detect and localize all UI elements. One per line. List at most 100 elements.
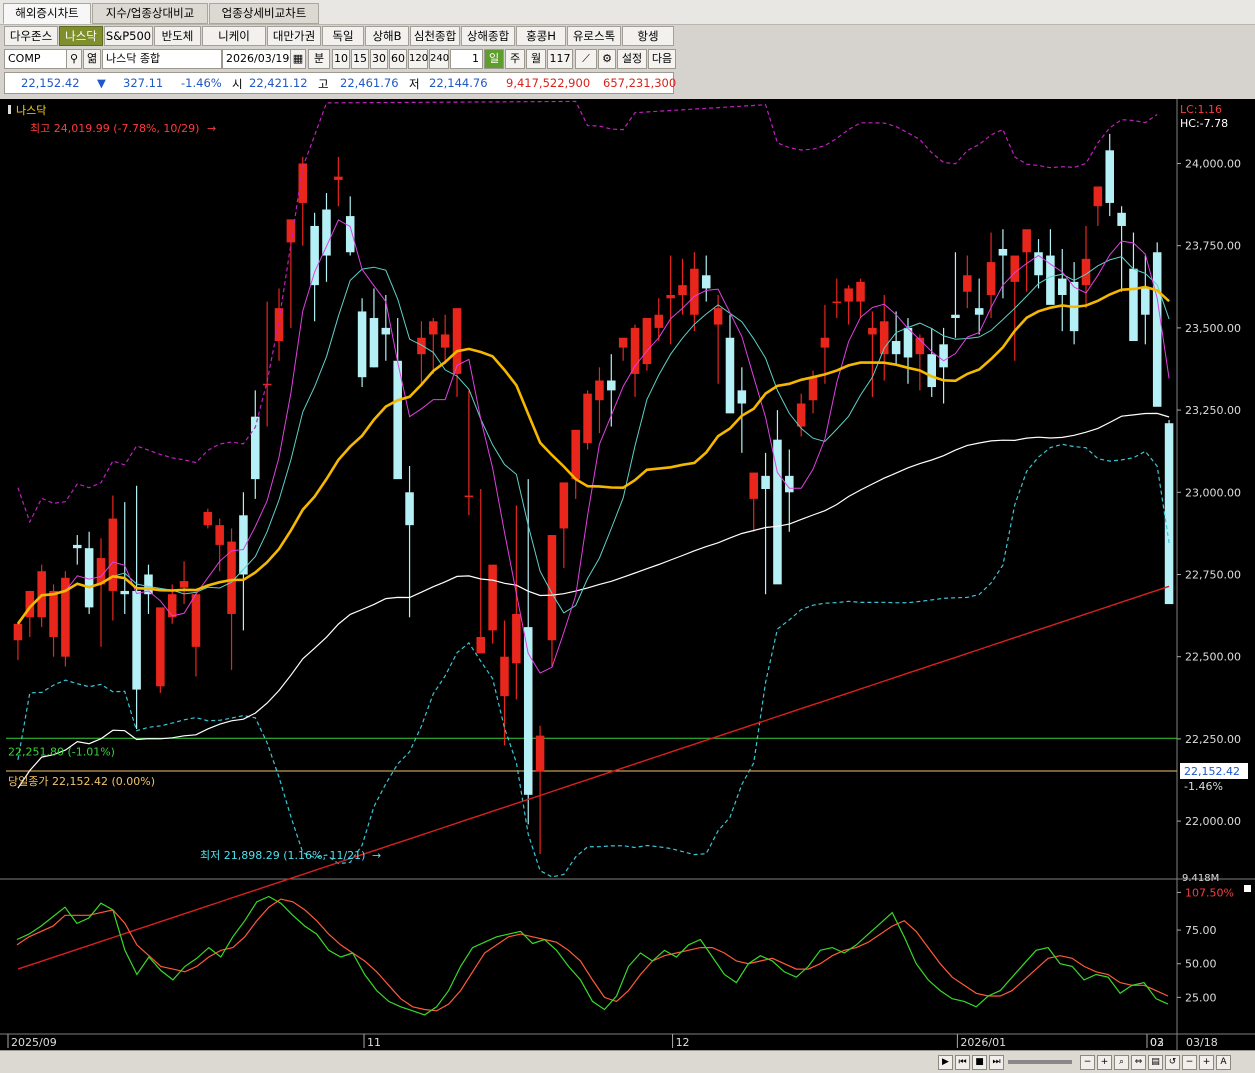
symbol-code-select[interactable]: COMP [4,49,67,69]
candle-body [737,390,747,404]
candle [583,390,592,450]
candle-body [1046,255,1055,305]
market-button-nasdaq[interactable]: 나스닥 [59,26,103,46]
candle-body [844,288,853,302]
candle-body [132,590,141,690]
compare-icon[interactable]: ⇔ [1131,1055,1146,1070]
market-button-nikkei[interactable]: 니케이 [202,26,266,46]
candle-body [1010,255,1020,282]
symbol-name-field[interactable]: 나스닥 종합 [102,49,222,69]
minute-10-button[interactable]: 10 [332,49,350,69]
market-button-shanghai[interactable]: 상해종합 [461,26,515,46]
panel-maximize-icon [1244,885,1251,892]
monthly-button[interactable]: 월 [526,49,546,69]
candle-body [156,607,165,687]
lc-label: LC:1.16 [1180,103,1222,116]
market-button-taiwan[interactable]: 대만가권 [267,26,321,46]
minute-15-button[interactable]: 15 [351,49,369,69]
window-tabbar: 해외증시차트 지수/업종상대비교 업종상세비교차트 [0,0,1255,25]
market-button-germany[interactable]: 독일 [322,26,364,46]
weekly-button[interactable]: 주 [505,49,525,69]
candle-body [583,393,592,443]
plus-icon[interactable]: + [1199,1055,1214,1070]
calendar-icon[interactable]: ▦ [290,49,306,69]
market-button-dow[interactable]: 다우존스 [4,26,58,46]
tab-index-compare[interactable]: 지수/업종상대비교 [92,3,208,24]
candle-body [298,163,308,203]
minute-button[interactable]: 분 [308,49,330,69]
price-tick-label: 23,000.00 [1185,486,1241,499]
candle-body [832,301,842,304]
candle-body [868,327,877,335]
candle-body [1093,186,1103,207]
candle-body [820,337,830,348]
minus-icon[interactable]: − [1182,1055,1197,1070]
high-arrow: → [207,122,216,135]
next-button[interactable]: 다음 [648,49,676,69]
low-arrow: → [372,849,381,862]
scroll-begin-icon[interactable]: ⏮ [955,1055,970,1070]
price-tick-label: 23,250.00 [1185,404,1241,417]
candle-body [1152,252,1162,407]
settings-button[interactable]: 설정 [617,49,647,69]
quote-bar: 22,152.42 ▼ 327.11 -1.46% 시 22,421.12 고 … [4,72,676,94]
candle-body [595,380,604,401]
font-size-icon[interactable]: A [1216,1055,1231,1070]
market-button-shanghai-b[interactable]: 상해B [365,26,409,46]
minute-60-button[interactable]: 60 [389,49,407,69]
time-tick-label: 11 [367,1036,381,1049]
stop-icon[interactable]: ■ [972,1055,987,1070]
history-icon[interactable]: 엶 [83,49,101,69]
volume-label: 9.418M [1182,873,1219,884]
market-button-hongkong-h[interactable]: 홍콩H [516,26,566,46]
market-button-hangseng[interactable]: 항셍 [622,26,674,46]
minute-120-button[interactable]: 120 [408,49,428,69]
tab-overseas-chart[interactable]: 해외증시차트 [3,3,91,24]
date-field[interactable]: 2026/03/19 [222,49,291,69]
minute-240-button[interactable]: 240 [429,49,449,69]
daily-button[interactable]: 일 [484,49,504,69]
magnify-icon[interactable]: ⌕ [1114,1055,1129,1070]
layout-icon[interactable]: ▤ [1148,1055,1163,1070]
candle-body [512,613,521,664]
market-button-eurostoxx[interactable]: 유로스톡 [567,26,621,46]
price-chart-svg[interactable]: 나스닥최고 24,019.99 (-7.78%, 10/29) → 최저 21,89… [0,99,1255,1050]
candle-body [1164,423,1174,605]
chart-scrollbar[interactable]: ▶ ⏮ ■ ⏭ − + ⌕ ⇔ ▤ ↺ − + A [0,1050,1255,1073]
zoom-slider[interactable] [1008,1060,1072,1064]
candle-body [1022,229,1031,253]
minute-30-button[interactable]: 30 [370,49,388,69]
candle-body [986,262,996,295]
candle-body [203,512,213,526]
candle-body [559,482,569,529]
zoom-out-icon[interactable]: − [1080,1055,1095,1070]
reset-icon[interactable]: ↺ [1165,1055,1180,1070]
bar-count-field[interactable]: 117 [547,49,573,69]
chart-tools-icon[interactable]: ⟋ [575,49,597,69]
candle-body [678,285,687,295]
tab-sector-compare[interactable]: 업종상세비교차트 [209,3,319,24]
market-button-semiconductor[interactable]: 반도체 [154,26,201,46]
scroll-end-icon[interactable]: ⏭ [989,1055,1004,1070]
candle-body [1117,212,1126,226]
candle-body [998,248,1008,256]
price-change: 327.11 [123,76,164,90]
zoom-in-icon[interactable]: + [1097,1055,1112,1070]
candle-body [725,337,735,414]
candle-body [607,380,616,391]
candle-body [713,308,723,325]
candle-body [464,495,474,498]
candle-body [167,594,177,618]
interval-count-field[interactable]: 1 [450,49,483,69]
gear-icon[interactable]: ⚙ [598,49,616,69]
candle-body [1105,150,1115,203]
scroll-right-icon[interactable]: ▶ [938,1055,953,1070]
green-line-label: 22,251.80 (-1.01%) [8,745,115,758]
candle-body [749,472,758,499]
candle-body [120,590,130,595]
market-button-shenzhen[interactable]: 심천종합 [410,26,460,46]
chart-area[interactable]: 나스닥 최고 24,019.99 (-7.78%, 10/29) → 최저 21,89… [0,99,1255,1072]
search-icon[interactable]: ⚲ [66,49,82,69]
change-percent: -1.46% [181,76,222,90]
market-button-sp500[interactable]: S&P500 [104,26,153,46]
